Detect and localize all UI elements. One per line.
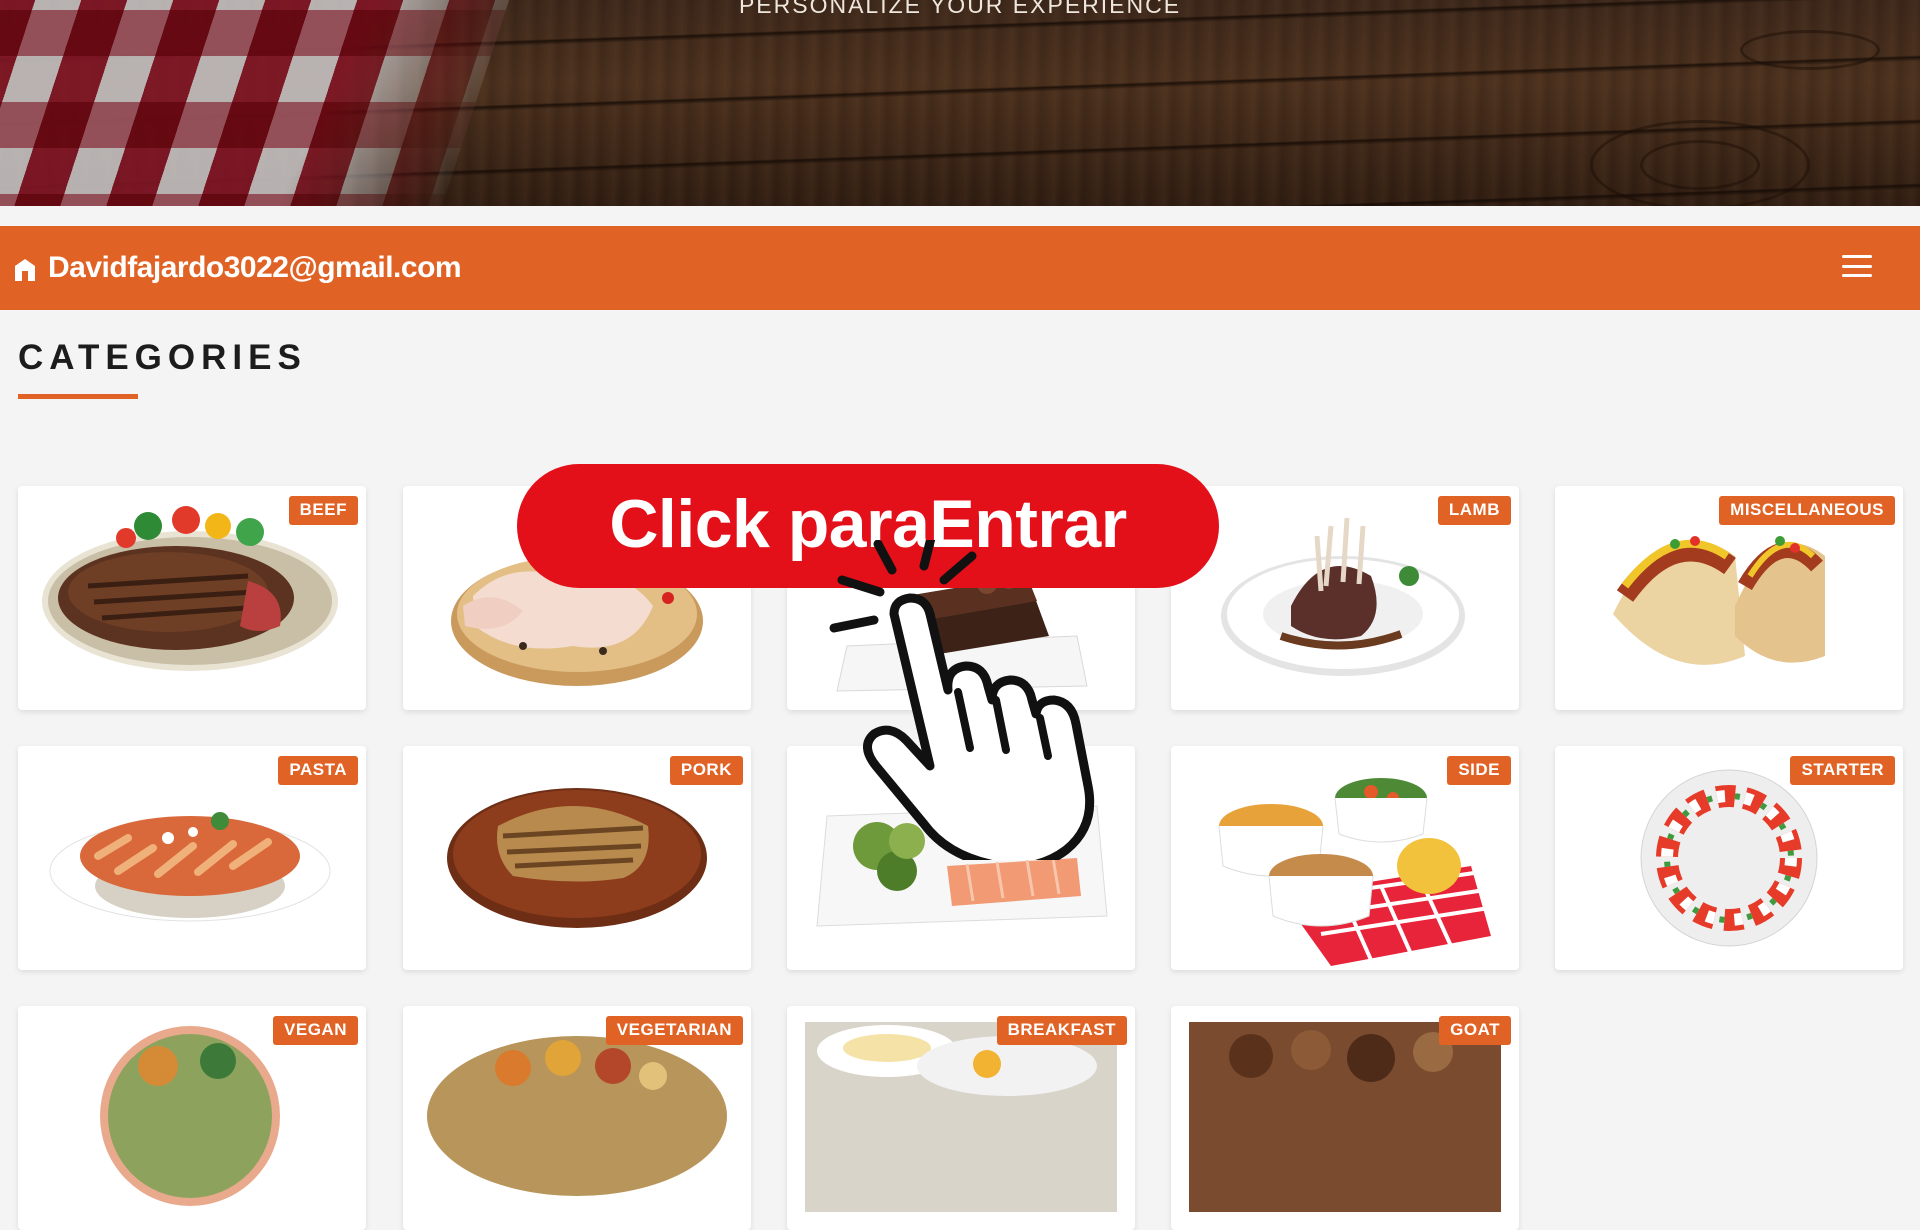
category-card-breakfast[interactable]: BREAKFAST	[787, 1006, 1135, 1230]
category-card-starter[interactable]: STARTER	[1555, 746, 1903, 970]
category-card-vegan[interactable]: VEGAN	[18, 1006, 366, 1230]
category-badge: MISCELLANEOUS	[1719, 496, 1895, 525]
category-card-lamb[interactable]: LAMB	[1171, 486, 1519, 710]
title-underline	[18, 394, 138, 399]
category-badge: SIDE	[1447, 756, 1511, 785]
category-card-pasta[interactable]: PASTA	[18, 746, 366, 970]
user-email[interactable]: Davidfajardo3022@gmail.com	[48, 251, 462, 285]
hero-shade	[0, 0, 1920, 206]
hero-banner: PERSONALIZE YOUR EXPERIENCE	[0, 0, 1920, 206]
category-badge: BEEF	[288, 496, 358, 525]
category-card-goat[interactable]: GOAT	[1171, 1006, 1519, 1230]
category-badge: STARTER	[1790, 756, 1895, 785]
category-badge: VEGAN	[273, 1016, 358, 1045]
category-badge: PASTA	[278, 756, 358, 785]
category-badge: VEGETARIAN	[605, 1016, 743, 1045]
top-navbar: Davidfajardo3022@gmail.com	[0, 226, 1920, 310]
hamburger-menu-icon[interactable]	[1842, 255, 1872, 277]
category-card-pork[interactable]: PORK	[403, 746, 751, 970]
category-badge: LAMB	[1437, 496, 1511, 525]
category-badge: GOAT	[1439, 1016, 1511, 1045]
category-badge: PORK	[669, 756, 743, 785]
hero-tagline: PERSONALIZE YOUR EXPERIENCE	[738, 0, 1182, 18]
category-card-miscellaneous[interactable]: MISCELLANEOUS	[1555, 486, 1903, 710]
category-card-side[interactable]: SIDE	[1171, 746, 1519, 970]
category-badge: BREAKFAST	[996, 1016, 1127, 1045]
section-title: CATEGORIES	[18, 338, 307, 377]
home-icon[interactable]	[14, 258, 36, 282]
category-card-beef[interactable]: BEEF	[18, 486, 366, 710]
hand-pointer-click-icon	[829, 540, 1095, 860]
category-card-vegetarian[interactable]: VEGETARIAN	[403, 1006, 751, 1230]
